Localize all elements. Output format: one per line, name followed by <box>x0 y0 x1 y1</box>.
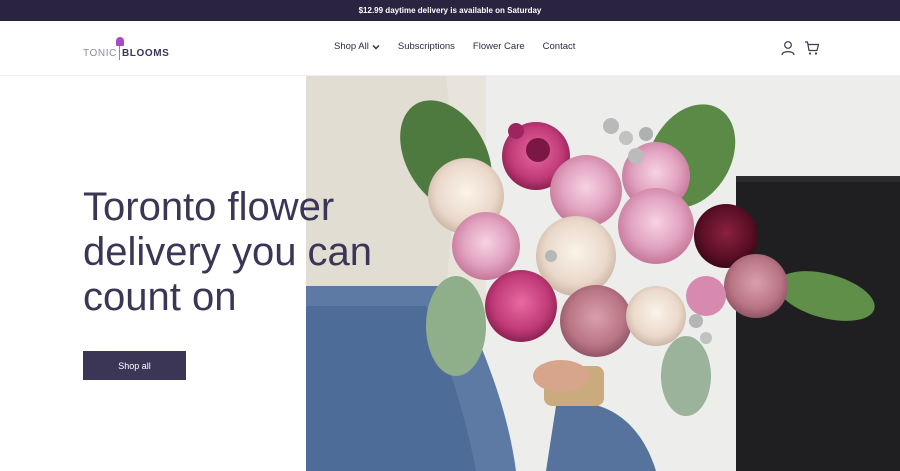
nav-contact-label: Contact <box>542 41 576 52</box>
user-icon[interactable] <box>780 40 796 56</box>
logo-divider <box>115 37 124 60</box>
announcement-bar: $12.99 daytime delivery is available on … <box>0 0 900 21</box>
nav-subscriptions-label: Subscriptions <box>397 41 455 52</box>
cart-icon[interactable] <box>804 40 820 56</box>
nav-flower-care[interactable]: Flower Care <box>473 41 525 52</box>
logo-word-blooms: BLOOMS <box>121 47 170 59</box>
logo[interactable]: TONIC BLOOMS <box>83 36 169 64</box>
nav-shop-all[interactable]: Shop All <box>334 41 380 52</box>
tulip-icon <box>115 37 124 46</box>
nav-contact[interactable]: Contact <box>543 41 576 52</box>
nav-subscriptions[interactable]: Subscriptions <box>398 41 455 52</box>
nav-flower-care-label: Flower Care <box>472 41 525 52</box>
announcement-text: $12.99 daytime delivery is available on … <box>358 6 542 15</box>
main-nav: Shop All Subscriptions Flower Care Conta… <box>334 41 593 52</box>
shop-all-button[interactable]: Shop all <box>83 351 186 380</box>
hero-headline: Toronto flower delivery you can count on <box>83 185 373 319</box>
nav-shop-all-label: Shop All <box>334 41 369 52</box>
header-icons <box>780 40 828 56</box>
chevron-down-icon <box>372 44 380 49</box>
logo-word-tonic: TONIC <box>83 47 117 59</box>
site-header: TONIC BLOOMS Shop All Subscriptions Flow… <box>0 21 900 76</box>
